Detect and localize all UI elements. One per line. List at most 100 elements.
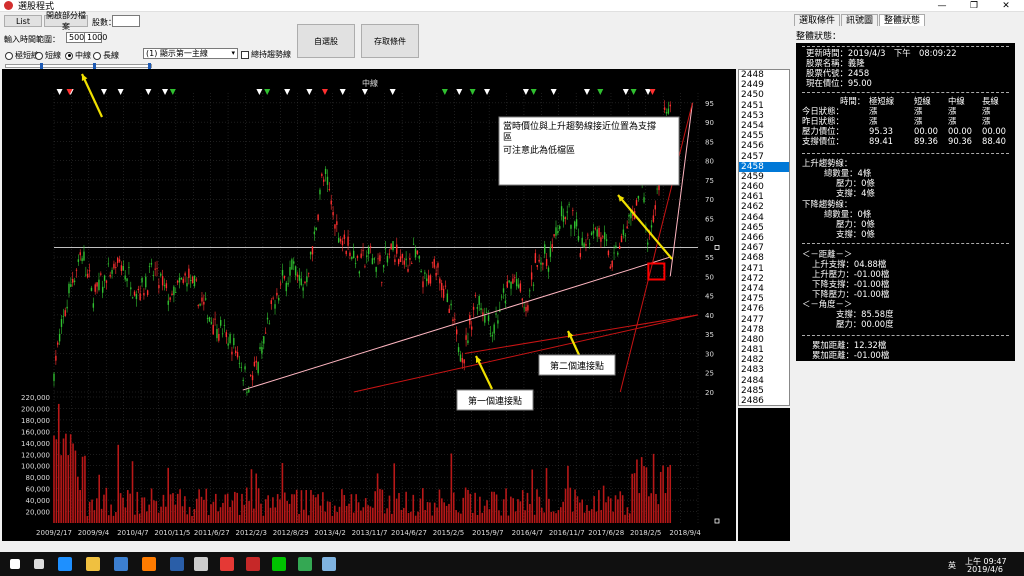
candle-body: [66, 306, 68, 309]
main-line-combo[interactable]: (1) 顯示第一主線 ▾: [143, 48, 238, 59]
list-item[interactable]: 2451: [739, 101, 789, 111]
volume-bar: [455, 510, 457, 523]
windows-icon[interactable]: [10, 559, 20, 569]
range-slider[interactable]: [5, 64, 152, 68]
radio-dot[interactable]: [35, 51, 43, 60]
list-item[interactable]: 2475: [739, 294, 789, 304]
list-item[interactable]: 2480: [739, 335, 789, 345]
list-item[interactable]: 2468: [739, 253, 789, 263]
candle-body: [643, 197, 645, 203]
b-app-icon[interactable]: [170, 557, 184, 571]
list-button[interactable]: List: [4, 15, 42, 27]
checkbox-box[interactable]: [241, 50, 249, 59]
tab-overall-status[interactable]: 整體狀態: [879, 14, 926, 26]
stock-code-list[interactable]: 2448 2449 2450 2451 2453 2454 2455 2456 2457 2458…: [738, 69, 790, 406]
chrome-icon[interactable]: [298, 557, 312, 571]
list-item[interactable]: 2448: [739, 70, 789, 80]
candle-body: [148, 266, 151, 268]
stock-count-input[interactable]: [112, 15, 140, 27]
list-item[interactable]: 2471: [739, 264, 789, 274]
candle-body: [308, 272, 310, 274]
tab-select-condition[interactable]: 選取條件: [794, 14, 841, 26]
candle-body: [647, 242, 649, 245]
list-item[interactable]: 2453: [739, 111, 789, 121]
table-cell: 00.00: [948, 126, 972, 136]
store-icon[interactable]: [114, 557, 128, 571]
range-from-input[interactable]: 500: [66, 32, 86, 43]
list-item[interactable]: 2484: [739, 376, 789, 386]
photos-icon[interactable]: [322, 557, 336, 571]
trend-line-checkbox[interactable]: 總持趨勢線: [241, 49, 291, 60]
candle-body: [309, 251, 312, 255]
volume-bar: [153, 500, 155, 523]
app-red-icon[interactable]: [220, 557, 234, 571]
explorer-icon[interactable]: [86, 557, 100, 571]
list-item[interactable]: 2458: [739, 161, 789, 172]
volume-bar: [343, 494, 346, 523]
volume-bar: [76, 476, 79, 523]
auto-select-button[interactable]: 自選股: [297, 24, 355, 58]
list-item[interactable]: 2450: [739, 90, 789, 100]
save-condition-button[interactable]: 存取條件: [361, 24, 419, 58]
volume-bar: [222, 502, 224, 523]
maximize-button[interactable]: ❐: [960, 0, 988, 12]
list-item[interactable]: 2472: [739, 274, 789, 284]
list-item[interactable]: 2449: [739, 80, 789, 90]
list-item[interactable]: 2465: [739, 223, 789, 233]
signal-marker-white: [456, 89, 463, 95]
list-item[interactable]: 2464: [739, 213, 789, 223]
list-item[interactable]: 2481: [739, 345, 789, 355]
radio-timeframe-0[interactable]: 極短線: [5, 50, 39, 61]
list-item[interactable]: 2486: [739, 396, 789, 405]
range-to-input[interactable]: 1000: [84, 32, 107, 43]
firefox-icon[interactable]: [142, 557, 156, 571]
stock-chart[interactable]: 20 25 30 35 40 45 50 55 60 65 70 75 80 85 90 95 20,000 40…: [2, 69, 736, 541]
candle-body: [618, 245, 621, 249]
list-item[interactable]: 2477: [739, 315, 789, 325]
app-red2-icon[interactable]: [246, 557, 260, 571]
list-item[interactable]: 2462: [739, 202, 789, 212]
list-item[interactable]: 2482: [739, 355, 789, 365]
list-item[interactable]: 2455: [739, 131, 789, 141]
list-item[interactable]: 2457: [739, 152, 789, 162]
list-item[interactable]: 2485: [739, 386, 789, 396]
list-item[interactable]: 2483: [739, 365, 789, 375]
open-file-button[interactable]: 開啟部分檔案: [44, 11, 88, 31]
search-icon[interactable]: [34, 559, 44, 569]
volume-bar: [319, 505, 322, 523]
list-item[interactable]: 2459: [739, 172, 789, 182]
radio-timeframe-1[interactable]: 短線: [35, 50, 61, 61]
candle-body: [101, 286, 104, 293]
tab-signal-chart[interactable]: 訊號圖: [841, 14, 879, 26]
list-item[interactable]: 2474: [739, 284, 789, 294]
volume-bar: [533, 514, 536, 523]
radio-dot[interactable]: [65, 51, 73, 60]
list-item[interactable]: 2454: [739, 121, 789, 131]
volume-bar: [69, 434, 72, 523]
candle-body: [667, 108, 670, 114]
list-item[interactable]: 2466: [739, 233, 789, 243]
total-distance: 累加距離：12.32檔: [812, 340, 887, 350]
candle-body: [489, 333, 492, 335]
line-icon[interactable]: [272, 557, 286, 571]
volume-bar: [571, 511, 574, 523]
radio-timeframe-2[interactable]: 中線: [65, 50, 91, 61]
list-item[interactable]: 2461: [739, 192, 789, 202]
list-item[interactable]: 2460: [739, 182, 789, 192]
radio-dot[interactable]: [93, 51, 101, 60]
list-item[interactable]: 2476: [739, 304, 789, 314]
volume-bar: [598, 490, 600, 523]
candle-body: [512, 278, 514, 284]
volume-bar: [72, 443, 74, 523]
minimize-button[interactable]: —: [928, 0, 956, 12]
radio-timeframe-3[interactable]: 長線: [93, 50, 119, 61]
mail-icon[interactable]: [194, 557, 208, 571]
volume-tick-label: 200,000: [21, 405, 50, 413]
list-item[interactable]: 2478: [739, 325, 789, 335]
list-item[interactable]: 2467: [739, 243, 789, 253]
close-button[interactable]: ✕: [992, 0, 1020, 12]
ime-indicator[interactable]: 英: [948, 560, 956, 571]
edge-icon[interactable]: [58, 557, 72, 571]
radio-dot[interactable]: [5, 51, 13, 60]
list-item[interactable]: 2456: [739, 141, 789, 151]
